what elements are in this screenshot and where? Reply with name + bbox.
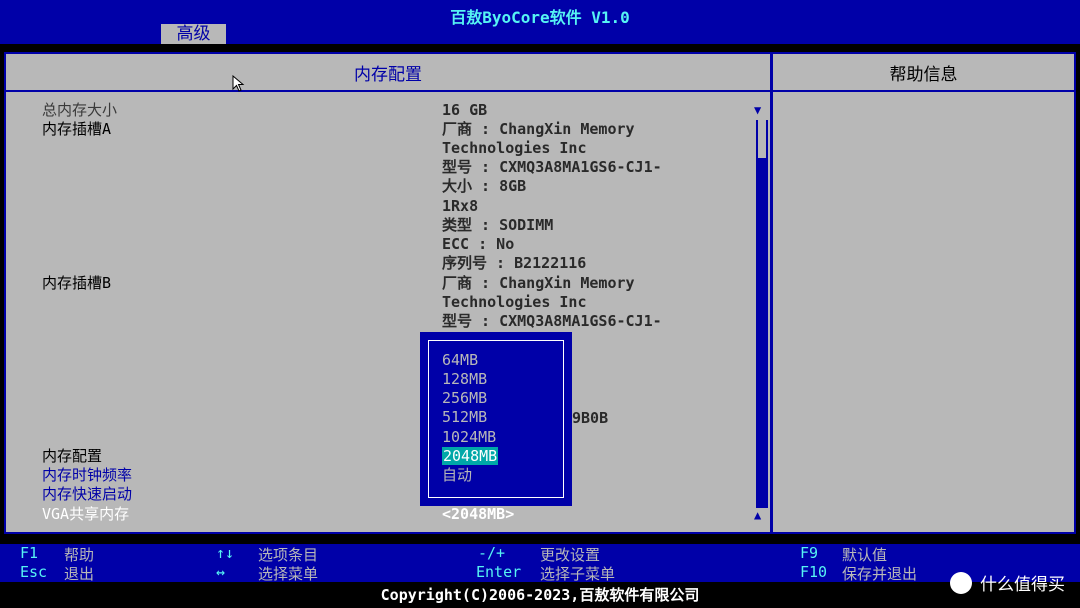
- value-slot-b-vendor: 厂商 : ChangXin Memory: [442, 274, 635, 292]
- key-enter-desc: 选择子菜单: [540, 565, 616, 583]
- scroll-down-arrow-icon[interactable]: ▼: [754, 103, 761, 117]
- scrollbar-track[interactable]: [756, 120, 768, 508]
- label-slot-b: 内存插槽B: [42, 274, 112, 292]
- copyright-text: Copyright(C)2006-2023,百敖软件有限公司: [380, 586, 700, 604]
- header-divider-left: [6, 90, 770, 92]
- option-64mb[interactable]: 64MB: [442, 351, 478, 370]
- value-slot-a-serial: 序列号 : B2122116: [442, 254, 587, 272]
- value-slot-a-size: 大小 : 8GB: [442, 177, 527, 195]
- mouse-cursor-icon: [232, 75, 245, 92]
- key-enter: Enter: [476, 563, 522, 581]
- panel-divider: [770, 52, 773, 534]
- key-f9-desc: 默认值: [842, 546, 888, 564]
- value-total-memory: 16 GB: [442, 101, 488, 119]
- label-total-memory: 总内存大小: [42, 101, 118, 119]
- value-slot-a-model: 型号 : CXMQ3A8MA1GS6-CJ1-: [442, 158, 662, 176]
- watermark-text: 什么值得买: [980, 575, 1065, 595]
- value-slot-a-type: 类型 : SODIMM: [442, 216, 554, 234]
- key-f1-desc: 帮助: [64, 546, 95, 564]
- option-512mb[interactable]: 512MB: [442, 408, 487, 427]
- value-slot-a-ecc: ECC : No: [442, 235, 515, 253]
- value-slot-a-vendor-2: Technologies Inc: [442, 139, 587, 157]
- key-esc: Esc: [20, 563, 48, 581]
- key-esc-desc: 退出: [64, 565, 95, 583]
- key-updown-desc: 选项条目: [258, 546, 319, 564]
- setting-memory-config[interactable]: 内存配置: [42, 447, 102, 466]
- key-f9: F9: [800, 544, 819, 562]
- key-updown: ↑↓: [216, 544, 235, 562]
- key-plusminus-desc: 更改设置: [540, 546, 601, 564]
- key-leftright: ↔: [216, 563, 226, 581]
- key-f10: F10: [800, 563, 828, 581]
- scrollbar-thumb[interactable]: [758, 120, 766, 158]
- option-1024mb[interactable]: 1024MB: [442, 428, 496, 447]
- setting-memory-clock[interactable]: 内存时钟频率: [42, 466, 132, 485]
- key-f1: F1: [20, 544, 39, 562]
- option-256mb[interactable]: 256MB: [442, 389, 487, 408]
- value-slot-b-model: 型号 : CXMQ3A8MA1GS6-CJ1-: [442, 312, 662, 330]
- option-2048mb[interactable]: 2048MB: [442, 447, 499, 466]
- header-divider-right: [773, 90, 1074, 92]
- value-slot-a-vendor: 厂商 : ChangXin Memory: [442, 120, 635, 138]
- value-slot-b-vendor-2: Technologies Inc: [442, 293, 587, 311]
- key-f10-desc: 保存并退出: [842, 565, 918, 583]
- scroll-up-arrow-icon[interactable]: ▲: [754, 508, 761, 522]
- key-leftright-desc: 选择菜单: [258, 565, 319, 583]
- option-auto[interactable]: 自动: [442, 466, 472, 485]
- option-selected-label: 2048MB: [442, 447, 499, 465]
- value-vga-shared-memory[interactable]: <2048MB>: [442, 505, 514, 524]
- value-partial-hidden: 9B0B: [572, 409, 609, 427]
- key-plusminus: -/+: [478, 544, 506, 562]
- label-slot-a: 内存插槽A: [42, 120, 112, 138]
- setting-memory-fast-boot[interactable]: 内存快速启动: [42, 485, 132, 504]
- tab-advanced[interactable]: 高级: [161, 24, 226, 44]
- watermark-logo-icon: [950, 572, 972, 594]
- setting-vga-shared-memory[interactable]: VGA共享内存: [42, 505, 129, 524]
- value-slot-a-rank: 1Rx8: [442, 197, 479, 215]
- help-title: 帮助信息: [889, 65, 958, 85]
- option-128mb[interactable]: 128MB: [442, 370, 487, 389]
- page-title: 内存配置: [354, 65, 422, 85]
